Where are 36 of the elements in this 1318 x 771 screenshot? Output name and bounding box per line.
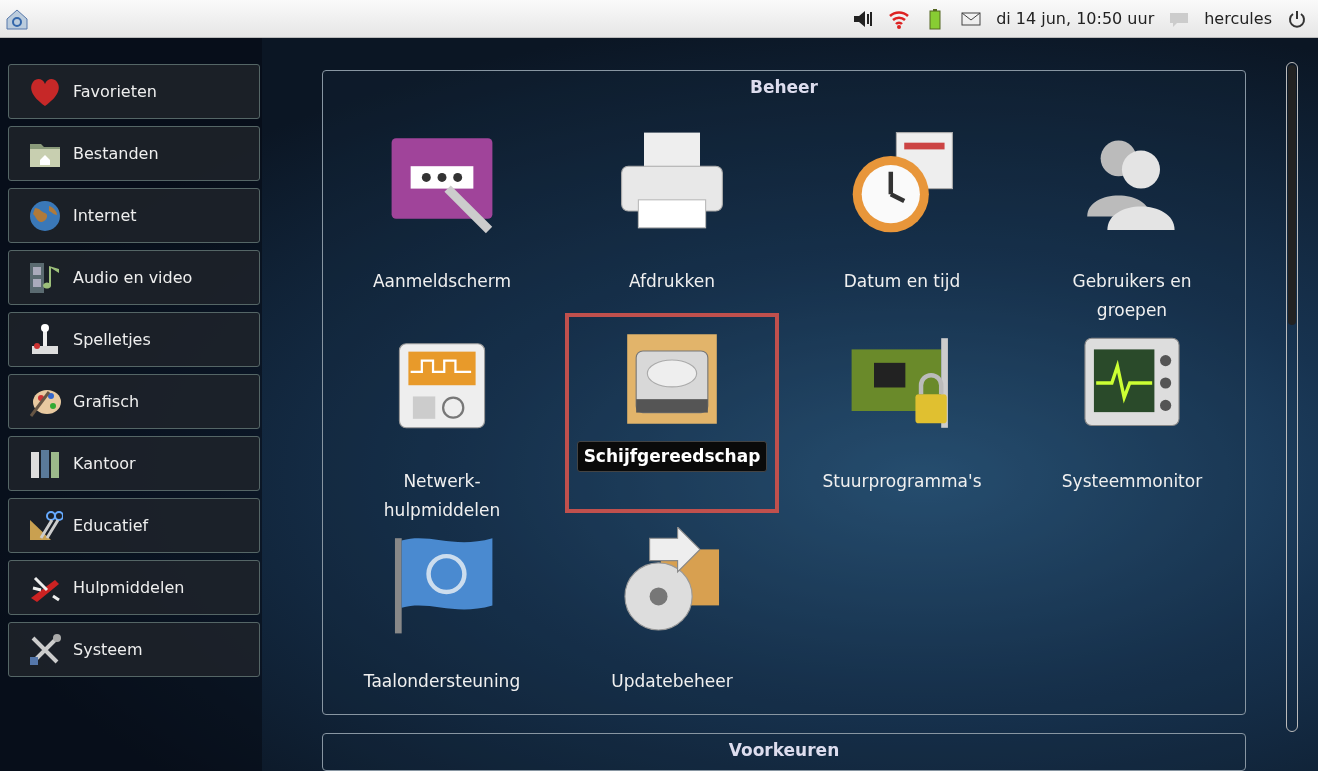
category-button[interactable]: Spelletjes bbox=[8, 312, 260, 367]
app-label: Gebruikers en groepen bbox=[1071, 270, 1193, 322]
app-label: Afdrukken bbox=[628, 270, 716, 293]
app-label: Systeemmonitor bbox=[1060, 470, 1204, 493]
category-button[interactable]: Educatief bbox=[8, 498, 260, 553]
section-title: Beheer bbox=[749, 77, 818, 97]
category-button[interactable]: Systeem bbox=[8, 622, 260, 677]
app-label: Aanmeldscherm bbox=[371, 270, 512, 293]
app-label: Updatebeheer bbox=[610, 670, 734, 693]
section-title: Voorkeuren bbox=[728, 740, 840, 760]
category-button[interactable]: Kantoor bbox=[8, 436, 260, 491]
app-label: Taalondersteuning bbox=[362, 670, 522, 693]
app-label: Netwerk-hulpmiddelen bbox=[382, 470, 502, 522]
user-name[interactable]: hercules bbox=[1204, 9, 1272, 28]
category-button[interactable]: Favorieten bbox=[8, 64, 260, 119]
app-launcher[interactable]: Updatebeheer bbox=[565, 523, 779, 723]
app-launcher[interactable]: Systeemmonitor bbox=[1025, 323, 1239, 523]
tooltip-label: Schijfgereedschap bbox=[576, 441, 768, 473]
category-button[interactable]: Bestanden bbox=[8, 126, 260, 181]
home-icon[interactable] bbox=[6, 7, 28, 30]
app-launcher[interactable]: Stuurprogramma's bbox=[795, 323, 1009, 523]
app-launcher[interactable]: Netwerk-hulpmiddelen bbox=[335, 323, 549, 523]
app-label: Datum en tijd bbox=[842, 270, 962, 293]
category-button[interactable]: Audio en video bbox=[8, 250, 260, 305]
scrollbar-thumb[interactable] bbox=[1288, 65, 1296, 325]
date-time[interactable]: di 14 jun, 10:50 uur bbox=[996, 9, 1155, 28]
app-launcher[interactable]: Taalondersteuning bbox=[335, 523, 549, 723]
app-launcher[interactable]: Aanmeldscherm bbox=[335, 123, 549, 323]
category-button[interactable]: Internet bbox=[8, 188, 260, 243]
app-launcher[interactable]: Schijfgereedschap bbox=[565, 313, 779, 513]
app-launcher[interactable]: Datum en tijd bbox=[795, 123, 1009, 323]
category-button[interactable]: Grafisch bbox=[8, 374, 260, 429]
app-launcher[interactable]: Gebruikers en groepen bbox=[1025, 123, 1239, 323]
app-label: Stuurprogramma's bbox=[821, 470, 983, 493]
tools-icon bbox=[27, 631, 63, 668]
category-button[interactable]: Hulpmiddelen bbox=[8, 560, 260, 615]
